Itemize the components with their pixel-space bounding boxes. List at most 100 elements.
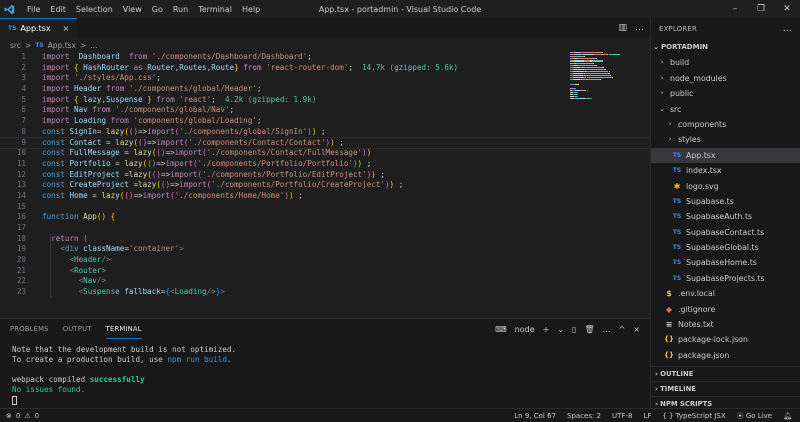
problems-status[interactable]: ⊗ 0 ⚠ 0 (0, 412, 39, 420)
encoding[interactable]: UTF-8 (612, 412, 632, 420)
minimize-icon[interactable]: – (722, 0, 748, 18)
file-tree-item[interactable]: › styles (651, 132, 800, 147)
code-line[interactable]: 14 const Home = lazy(()=>import('./compon… (0, 191, 650, 202)
language-mode[interactable]: { } TypeScript JSX (662, 412, 725, 420)
code-text: <Suspense fallback={<Loading/>}> (78, 287, 225, 297)
code-line[interactable]: 1 import Dashboard from './components/Das… (0, 52, 650, 63)
split-editor-icon[interactable]: ▥ (618, 23, 627, 33)
menu-item-file[interactable]: File (22, 5, 45, 14)
close-panel-icon[interactable]: × (633, 325, 640, 334)
file-tree-item[interactable]: ✱ logo.svg (651, 179, 800, 194)
file-tree-item[interactable]: ⌄ src (651, 102, 800, 117)
maximize-panel-icon[interactable]: ^ (619, 325, 626, 334)
editor-actions: ▥ … (618, 18, 644, 38)
tab-output[interactable]: OUTPUT (63, 319, 92, 339)
menu-item-selection[interactable]: Selection (71, 5, 118, 14)
code-line[interactable]: 15 (0, 202, 650, 213)
file-tree-item[interactable]: {} package.json (651, 348, 800, 363)
file-tree-item[interactable]: › node_modules (651, 71, 800, 86)
code-line[interactable]: 20 <Header/> (0, 255, 650, 266)
tab-problems[interactable]: PROBLEMS (10, 319, 49, 339)
terminal-line: No issues found. (12, 385, 86, 394)
section-outline[interactable]: › OUTLINE (651, 366, 800, 381)
notifications-icon[interactable]: 🔔︎ (783, 412, 792, 420)
ts-file-icon: TS (672, 259, 682, 267)
file-tree-item[interactable]: ◆ .gitignore (651, 302, 800, 317)
code-line[interactable]: 11 const Portfolio = lazy(()=>import('./c… (0, 159, 650, 170)
section-timeline[interactable]: › TIMELINE (651, 381, 800, 396)
menu-item-go[interactable]: Go (147, 5, 168, 14)
file-tree-item[interactable]: TS SupabaseContact.ts (651, 225, 800, 240)
file-tree-item[interactable]: › build (651, 55, 800, 70)
code-line[interactable]: 10 const FullMessage = lazy(()=>import('.… (0, 148, 650, 159)
code-line[interactable]: 12 const EditProject =lazy(()=>import('./… (0, 170, 650, 181)
minimap-line (586, 89, 588, 91)
file-tree-item[interactable]: ≡ Notes.txt (651, 317, 800, 332)
file-tree-item[interactable]: TS SupabaseHome.ts (651, 255, 800, 270)
code-editor[interactable]: 1 import Dashboard from './components/Das… (0, 52, 650, 318)
code-line[interactable]: 7 import Loading from 'components/global/… (0, 116, 650, 127)
file-tree-item[interactable]: TS SupabaseGlobal.ts (651, 240, 800, 255)
code-line[interactable]: 6 import Nav from './components/global/Na… (0, 105, 650, 116)
minimap-line (605, 68, 607, 70)
code-line[interactable]: 9 const Contact = lazy(()=>import('./comp… (0, 136, 650, 150)
code-line[interactable]: 3 import './styles/App.css'; (0, 73, 650, 84)
menu-item-edit[interactable]: Edit (45, 5, 71, 14)
breadcrumb-folder[interactable]: src (10, 41, 21, 50)
menu-item-help[interactable]: Help (237, 5, 265, 14)
file-tree-item[interactable]: $ .env.local (651, 286, 800, 301)
more-icon[interactable]: … (603, 325, 611, 334)
go-live-button[interactable]: ⦿ Go Live (737, 411, 772, 421)
code-line[interactable]: 17 (0, 223, 650, 234)
code-line[interactable]: 19 <div className='container'> (0, 244, 650, 256)
menu-item-terminal[interactable]: Terminal (193, 5, 237, 14)
code-line[interactable]: 21 <Router> (0, 265, 650, 277)
restore-icon[interactable]: ❐ (748, 0, 774, 18)
code-line[interactable]: 4 import Header from './components/global… (0, 84, 650, 95)
file-tree-item[interactable]: › public (651, 86, 800, 101)
breadcrumb-symbol[interactable]: ... (90, 41, 97, 50)
indentation[interactable]: Spaces: 2 (567, 412, 601, 420)
minimap[interactable] (570, 52, 640, 112)
breadcrumb-file[interactable]: App.tsx (48, 41, 76, 50)
minimap-line (603, 66, 605, 68)
file-tree-item[interactable]: TS Supabase.ts (651, 194, 800, 209)
trash-icon[interactable]: 🗑 (584, 325, 594, 334)
json-file-icon: {} (664, 350, 674, 359)
split-terminal-icon[interactable]: ▯ (572, 325, 576, 334)
file-tree-item[interactable]: TS SupabaseProjects.ts (651, 271, 800, 286)
file-tree-item[interactable]: TS SupabaseAuth.ts (651, 209, 800, 224)
code-line[interactable]: 13 const CreateProject =lazy(()=>import('… (0, 180, 650, 191)
tab-close-icon[interactable]: × (63, 24, 70, 33)
code-line[interactable]: 2 import { HashRouter as Router,Routes,Ro… (0, 63, 650, 74)
line-number: 7 (21, 116, 26, 126)
code-line[interactable]: 23 <Suspense fallback={<Loading/>}> (0, 287, 650, 298)
terminal-output[interactable]: Note that the development build is not o… (0, 339, 650, 405)
end-of-line[interactable]: LF (643, 412, 651, 420)
minimap-line (612, 77, 614, 79)
tab-app-tsx[interactable]: TS App.tsx × (0, 18, 78, 38)
new-terminal-icon[interactable]: + (543, 325, 550, 334)
menu-item-view[interactable]: View (118, 5, 147, 14)
code-line[interactable]: 22 <Nav/> (0, 276, 650, 288)
code-line[interactable]: 18 return ( (0, 233, 650, 245)
code-line[interactable]: 5 import { lazy,Suspense } from 'react'; … (0, 95, 650, 106)
file-tree-item[interactable]: › components (651, 117, 800, 132)
workspace-root[interactable]: ⌄ PORTADMIN (651, 40, 800, 55)
explorer-more-icon[interactable]: … (783, 18, 792, 40)
file-tree-item[interactable]: TS index.tsx (651, 163, 800, 178)
menu-item-run[interactable]: Run (168, 5, 193, 14)
minimap-line (601, 52, 603, 54)
code-line[interactable]: 8 const SignIn= lazy(()=>import('./compon… (0, 127, 650, 138)
terminal-dropdown-icon[interactable]: ⌄ (557, 325, 564, 334)
code-text: import { lazy,Suspense } from 'react'; 4… (42, 94, 317, 104)
terminal-name[interactable]: node (515, 325, 535, 334)
more-actions-icon[interactable]: … (635, 23, 644, 33)
panel-actions: ⌨ node + ⌄ ▯ 🗑 … ^ × (495, 319, 640, 339)
cursor-position[interactable]: Ln 9, Col 67 (514, 412, 556, 420)
file-tree-item[interactable]: TS App.tsx (651, 147, 800, 164)
code-line[interactable]: 16 function App() { (0, 212, 650, 223)
close-icon[interactable]: ✕ (774, 0, 800, 18)
tab-terminal[interactable]: TERMINAL (105, 319, 142, 339)
file-tree-item[interactable]: {} package-lock.json (651, 332, 800, 347)
